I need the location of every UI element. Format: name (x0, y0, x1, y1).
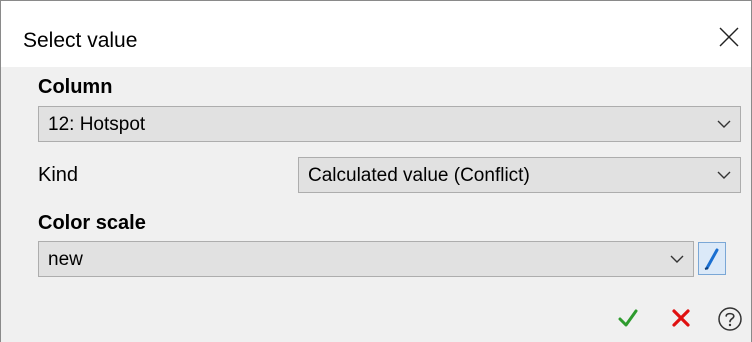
help-button[interactable] (712, 301, 746, 335)
dialog-title: Select value (23, 29, 138, 52)
pencil-icon (704, 248, 719, 270)
kind-select[interactable]: Calculated value (Conflict) (298, 157, 741, 193)
checkmark-icon (618, 309, 638, 327)
close-icon (719, 27, 739, 47)
select-value-dialog: Select value Column 12: Hotspot Kind Cal… (0, 0, 752, 342)
close-button[interactable] (707, 15, 751, 59)
color-scale-section-label: Color scale (38, 212, 146, 234)
cancel-button[interactable] (664, 301, 698, 335)
edit-color-scale-button[interactable] (698, 242, 726, 275)
ok-button[interactable] (611, 301, 645, 335)
chevron-down-icon (717, 171, 731, 179)
column-section-label: Column (38, 76, 113, 98)
color-scale-select-value: new (48, 249, 83, 270)
color-scale-select[interactable]: new (38, 241, 694, 277)
x-icon (672, 309, 690, 327)
column-select-value: 12: Hotspot (48, 114, 146, 135)
kind-select-value: Calculated value (Conflict) (308, 165, 530, 186)
chevron-down-icon (717, 120, 731, 128)
title-bar: Select value (1, 1, 751, 67)
chevron-down-icon (670, 255, 684, 263)
column-select[interactable]: 12: Hotspot (38, 106, 741, 142)
kind-label: Kind (38, 164, 79, 186)
question-icon (718, 307, 742, 331)
